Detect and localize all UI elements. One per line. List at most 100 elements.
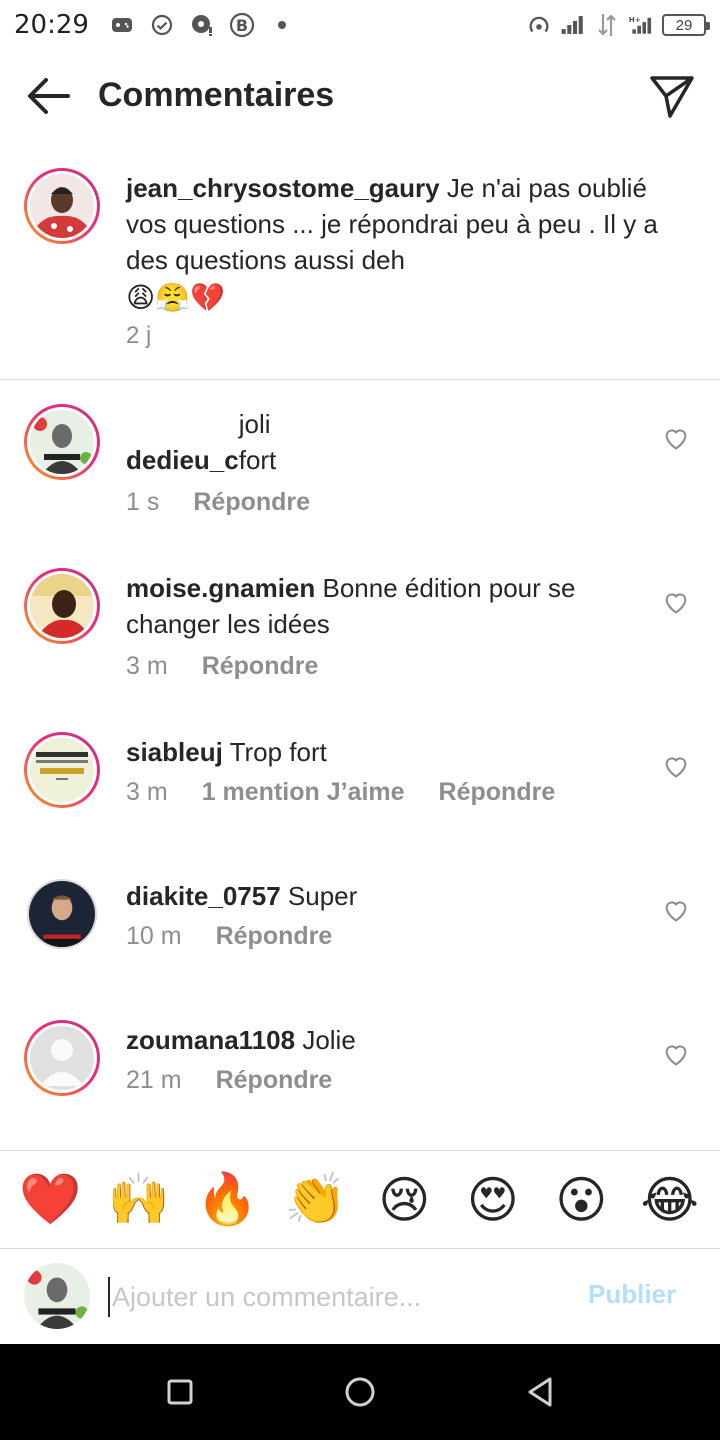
comment-composer: Publier — [0, 1248, 720, 1344]
avatar-image — [30, 410, 94, 474]
comment-timestamp: 3 m — [126, 778, 168, 806]
emoji-clapping-hands-button[interactable]: 👏 — [281, 1165, 351, 1235]
square-icon — [167, 1379, 193, 1405]
dot-icon — [269, 12, 295, 38]
page-title: Commentaires — [98, 76, 335, 114]
signal-hplus-icon: H+ — [628, 12, 654, 38]
like-comment-button[interactable] — [662, 752, 692, 782]
emoji-tears-of-joy-button[interactable]: 😂 — [635, 1165, 705, 1235]
comment-meta: 21 m Répondre — [126, 1066, 332, 1095]
emoji-crying-face-button[interactable]: 😢 — [369, 1165, 439, 1235]
emoji-surprised-face-button[interactable]: 😮 — [546, 1165, 616, 1235]
default-avatar-icon — [30, 1026, 94, 1090]
comment-meta: 3 m Répondre — [126, 652, 318, 681]
avatar[interactable] — [27, 879, 97, 949]
heart-outline-icon — [665, 429, 687, 450]
comment-body: siableuj Trop fort — [126, 734, 626, 770]
like-comment-button[interactable] — [662, 896, 692, 926]
comment-timestamp: 1 s — [126, 488, 160, 516]
system-navigation-bar — [0, 1344, 720, 1440]
avatar[interactable] — [24, 568, 100, 644]
likes-count-button[interactable]: 1 mention J’aime — [202, 778, 405, 807]
comment-item: diakite_0757 Super 10 m Répondre — [0, 876, 720, 1006]
arrow-left-icon — [28, 78, 70, 114]
reply-button[interactable]: Répondre — [216, 922, 333, 951]
comment-text: Super — [280, 881, 358, 911]
comment-body: dedieu_c joli fort — [126, 406, 626, 478]
media-alert-icon — [189, 12, 215, 38]
check-circle-icon — [149, 12, 175, 38]
comment-timestamp: 3 m — [126, 652, 168, 680]
svg-text:B: B — [236, 16, 248, 35]
emoji-red-heart-button[interactable]: ❤️ — [15, 1165, 85, 1235]
comment-item: siableuj Trop fort 3 m 1 mention J’aime … — [0, 732, 720, 862]
system-icons: H+ 29 — [526, 12, 710, 38]
battery-icon: 29 — [662, 14, 710, 36]
game-controller-icon — [109, 12, 135, 38]
comment-timestamp: 10 m — [126, 922, 182, 950]
reply-button[interactable]: Répondre — [439, 778, 556, 807]
avatar-image — [24, 1263, 90, 1329]
comment-item: moise.gnamien Bonne édition pour se chan… — [0, 568, 720, 698]
publish-button[interactable]: Publier — [588, 1279, 676, 1310]
comment-text: joli fort — [238, 409, 277, 475]
current-user-avatar — [24, 1263, 90, 1329]
data-transfer-icon — [594, 12, 620, 38]
comment-text: Jolie — [295, 1025, 356, 1055]
recents-button[interactable] — [162, 1374, 198, 1410]
b-logo-icon: B — [229, 12, 255, 38]
avatar-image — [30, 738, 94, 802]
avatar-image — [29, 881, 95, 947]
avatar[interactable] — [24, 732, 100, 808]
comment-username[interactable]: diakite_0757 — [126, 881, 281, 911]
heart-outline-icon — [665, 757, 687, 778]
comment-timestamp: 21 m — [126, 1066, 182, 1094]
comment-meta: 1 s Répondre — [126, 488, 310, 517]
like-comment-button[interactable] — [662, 1040, 692, 1070]
triangle-back-icon — [528, 1377, 552, 1407]
emoji-heart-eyes-button[interactable]: 😍 — [458, 1165, 528, 1235]
share-button[interactable] — [648, 72, 696, 120]
comment-body: diakite_0757 Super — [126, 878, 626, 914]
home-button[interactable] — [342, 1374, 378, 1410]
comment-username[interactable]: siableuj — [126, 737, 223, 767]
avatar[interactable] — [24, 1020, 100, 1096]
signal-icon — [560, 12, 586, 38]
caption-username[interactable]: jean_chrysostome_gaury — [126, 173, 440, 203]
heart-outline-icon — [665, 593, 687, 614]
reply-button[interactable]: Répondre — [193, 488, 310, 517]
header: Commentaires — [0, 60, 720, 132]
comment-meta: 10 m Répondre — [126, 922, 332, 951]
post-caption: jean_chrysostome_gaury Je n'ai pas oubli… — [0, 160, 720, 380]
comment-item: dedieu_c joli fort 1 s Répondre — [0, 404, 720, 534]
emoji-fire-button[interactable]: 🔥 — [192, 1165, 262, 1235]
comment-item: zoumana1108 Jolie 21 m Répondre — [0, 1020, 720, 1150]
caption-body: jean_chrysostome_gaury Je n'ai pas oubli… — [126, 170, 686, 318]
comment-input[interactable] — [108, 1277, 548, 1317]
avatar-image — [30, 574, 94, 638]
heart-outline-icon — [665, 1045, 687, 1066]
notification-icons: B — [109, 12, 295, 38]
avatar[interactable] — [24, 404, 100, 480]
emoji-raising-hands-button[interactable]: 🙌 — [104, 1165, 174, 1235]
status-bar: 20:29 B H+ 29 — [0, 0, 720, 50]
back-nav-button[interactable] — [522, 1374, 558, 1410]
svg-text:H+: H+ — [629, 15, 641, 24]
back-button[interactable] — [24, 74, 72, 118]
comment-username[interactable]: moise.gnamien — [126, 573, 315, 603]
comment-username[interactable]: zoumana1108 — [126, 1025, 295, 1055]
avatar[interactable] — [24, 168, 100, 244]
caption-emojis: 😩😤💔 — [126, 282, 225, 313]
heart-outline-icon — [665, 901, 687, 922]
like-comment-button[interactable] — [662, 588, 692, 618]
reply-button[interactable]: Répondre — [202, 652, 319, 681]
comment-body: moise.gnamien Bonne édition pour se chan… — [126, 570, 626, 642]
reply-button[interactable]: Répondre — [216, 1066, 333, 1095]
like-comment-button[interactable] — [662, 424, 692, 454]
emoji-reaction-bar: ❤️ 🙌 🔥 👏 😢 😍 😮 😂 — [0, 1150, 720, 1248]
comment-text: Trop fort — [222, 737, 327, 767]
comment-username[interactable]: dedieu_c — [126, 445, 239, 475]
comment-meta: 3 m 1 mention J’aime Répondre — [126, 778, 555, 807]
comment-body: zoumana1108 Jolie — [126, 1022, 626, 1058]
paper-plane-icon — [650, 76, 694, 118]
